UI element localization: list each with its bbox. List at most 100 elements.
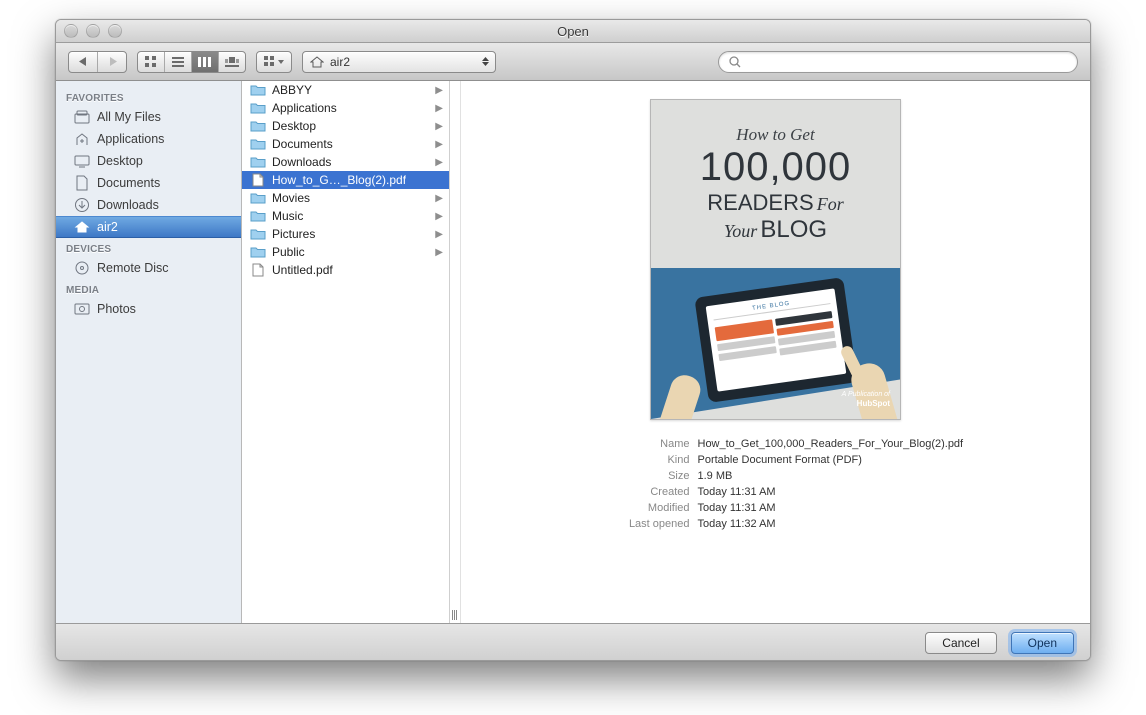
meta-value: Portable Document Format (PDF) — [698, 452, 862, 468]
search-field[interactable] — [718, 51, 1078, 73]
popup-arrows-icon — [482, 57, 489, 66]
sidebar-item-label: Remote Disc — [97, 261, 169, 275]
path-label: air2 — [330, 55, 350, 69]
sidebar-section-header: MEDIA — [56, 279, 241, 298]
view-segment — [137, 51, 246, 73]
meta-key: Name — [566, 436, 690, 452]
disclosure-arrow-icon: ▶ — [435, 157, 443, 168]
file-row-label: Public — [272, 245, 305, 259]
file-row[interactable]: Public ▶ — [242, 243, 449, 261]
sidebar-item-label: Desktop — [97, 154, 143, 168]
file-row-label: Music — [272, 209, 303, 223]
folder-icon — [250, 226, 266, 242]
file-row-label: Downloads — [272, 155, 331, 169]
column-view-button[interactable] — [192, 52, 219, 72]
file-row[interactable]: Downloads ▶ — [242, 153, 449, 171]
file-row-label: Movies — [272, 191, 310, 205]
meta-value: 1.9 MB — [698, 468, 733, 484]
sidebar-item-remote-disc[interactable]: Remote Disc — [56, 257, 241, 279]
disclosure-arrow-icon: ▶ — [435, 247, 443, 258]
coverflow-view-button[interactable] — [219, 52, 245, 72]
meta-row: Kind Portable Document Format (PDF) — [566, 452, 986, 468]
list-view-button[interactable] — [165, 52, 192, 72]
meta-row: Size1.9 MB — [566, 468, 986, 484]
arrange-button[interactable] — [257, 52, 291, 72]
meta-key: Modified — [566, 500, 690, 516]
window-title: Open — [56, 24, 1090, 39]
thumb-line3a: Your — [724, 221, 757, 241]
disclosure-arrow-icon: ▶ — [435, 121, 443, 132]
sidebar-item-label: Downloads — [97, 198, 159, 212]
file-row[interactable]: Untitled.pdf — [242, 261, 449, 279]
cancel-button[interactable]: Cancel — [925, 632, 996, 654]
folder-icon — [250, 118, 266, 134]
disclosure-arrow-icon: ▶ — [435, 85, 443, 96]
disclosure-arrow-icon: ▶ — [435, 139, 443, 150]
file-row-label: Desktop — [272, 119, 316, 133]
open-dialog: Open air2 — [55, 19, 1091, 661]
sidebar-item-desktop[interactable]: Desktop — [56, 150, 241, 172]
file-row-label: Untitled.pdf — [272, 263, 333, 277]
icon-view-button[interactable] — [138, 52, 165, 72]
open-button[interactable]: Open — [1011, 632, 1074, 654]
folder-icon — [250, 154, 266, 170]
folder-icon — [250, 190, 266, 206]
sidebar-item-label: Applications — [97, 132, 164, 146]
file-row[interactable]: Pictures▶ — [242, 225, 449, 243]
meta-row: Name How_to_Get_100,000_Readers_For_Your_… — [566, 436, 986, 452]
meta-value: Today 11:31 AM — [698, 500, 776, 516]
meta-row: Modified Today 11:31 AM — [566, 500, 986, 516]
dialog-buttons: Cancel Open — [56, 623, 1090, 661]
sidebar-item-label: All My Files — [97, 110, 161, 124]
file-row[interactable]: How_to_G…_Blog(2).pdf — [242, 171, 449, 189]
all-files-icon — [74, 109, 90, 125]
sidebar-item-label: Photos — [97, 302, 136, 316]
meta-value: Today 11:31 AM — [698, 484, 776, 500]
folder-icon — [250, 208, 266, 224]
thumb-line2b: For — [817, 194, 844, 214]
file-row[interactable]: ABBYY▶ — [242, 81, 449, 99]
forward-button[interactable] — [98, 52, 126, 72]
file-row-label: Applications — [272, 101, 337, 115]
file-row[interactable]: Movies▶ — [242, 189, 449, 207]
sidebar-item-label: air2 — [97, 220, 118, 234]
file-row-label: Documents — [272, 137, 333, 151]
file-thumbnail: How to Get 100,000 READERS For Your BLOG… — [650, 99, 901, 420]
sidebar-item-photos[interactable]: Photos — [56, 298, 241, 320]
column-splitter[interactable] — [450, 81, 461, 623]
home-icon — [309, 54, 325, 70]
file-column: ABBYY▶Applications▶Desktop▶Documents▶Dow… — [242, 81, 450, 623]
back-button[interactable] — [69, 52, 98, 72]
home-icon — [74, 219, 90, 235]
sidebar-item-all-my-files[interactable]: All My Files — [56, 106, 241, 128]
file-row[interactable]: Applications▶ — [242, 99, 449, 117]
folder-icon — [250, 100, 266, 116]
thumb-line2a: READERS — [707, 190, 813, 215]
downloads-icon — [74, 197, 90, 213]
meta-value: How_to_Get_100,000_Readers_For_Your_Blog… — [698, 436, 964, 452]
disc-icon — [74, 260, 90, 276]
sidebar-item-label: Documents — [97, 176, 160, 190]
file-row[interactable]: Desktop ▶ — [242, 117, 449, 135]
meta-key: Kind — [566, 452, 690, 468]
sidebar-item-downloads[interactable]: Downloads — [56, 194, 241, 216]
file-row[interactable]: Music▶ — [242, 207, 449, 225]
sidebar-item-documents[interactable]: Documents — [56, 172, 241, 194]
disclosure-arrow-icon: ▶ — [435, 229, 443, 240]
desktop-icon — [74, 153, 90, 169]
sidebar-item-air2[interactable]: air2 — [56, 216, 241, 238]
folder-icon — [250, 244, 266, 260]
pub-brand: HubSpot — [842, 399, 890, 409]
sidebar-item-applications[interactable]: Applications — [56, 128, 241, 150]
sidebar: FAVORITES All My Files Applications Desktop… — [56, 81, 242, 623]
titlebar: Open — [56, 20, 1090, 43]
documents-icon — [74, 175, 90, 191]
folder-icon — [250, 136, 266, 152]
meta-row: CreatedToday 11:31 AM — [566, 484, 986, 500]
search-input[interactable] — [748, 55, 1069, 69]
sidebar-section-header: FAVORITES — [56, 87, 241, 106]
photos-icon — [74, 301, 90, 317]
file-metadata: Name How_to_Get_100,000_Readers_For_Your_… — [566, 436, 986, 532]
path-popup[interactable]: air2 — [302, 51, 496, 73]
file-row[interactable]: Documents ▶ — [242, 135, 449, 153]
